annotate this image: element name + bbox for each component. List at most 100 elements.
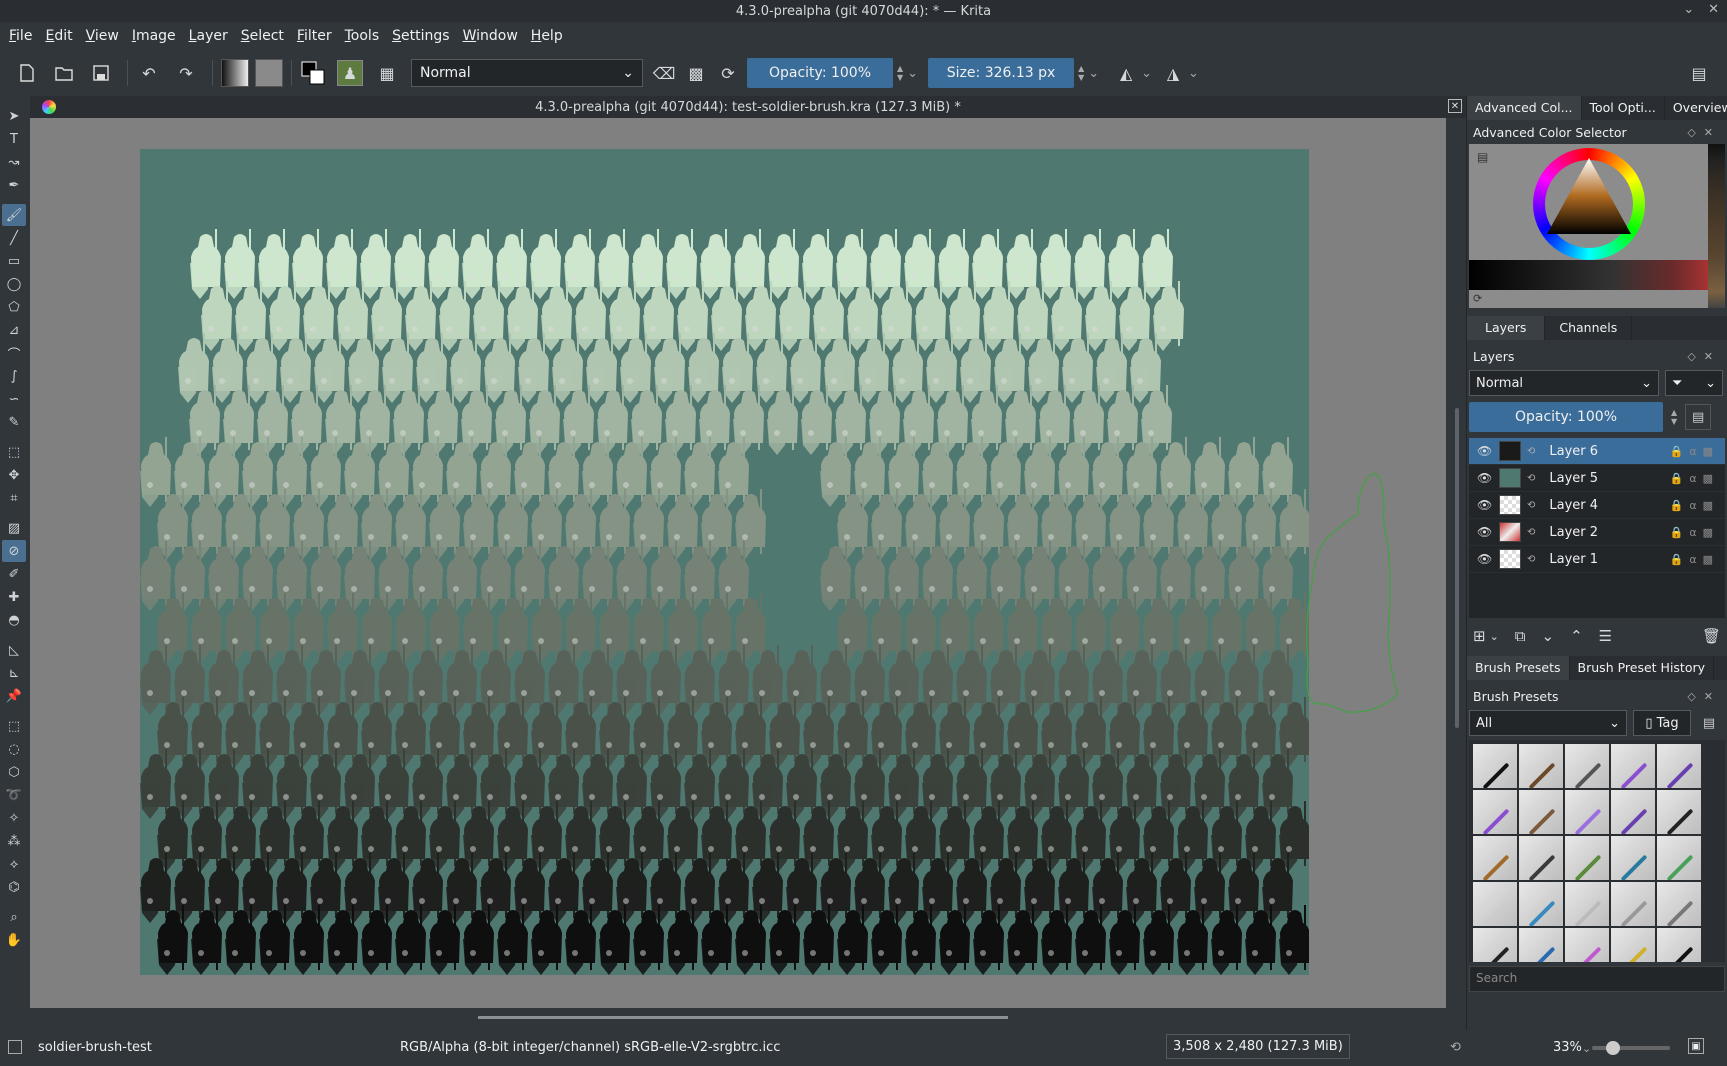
- blend-mode-select[interactable]: Normal ⌄: [411, 59, 643, 87]
- menu-settings[interactable]: Settings: [392, 28, 460, 44]
- brush-preset-tile[interactable]: [1565, 790, 1609, 834]
- menu-file[interactable]: File: [9, 28, 43, 44]
- brush-preset-tile[interactable]: [1565, 928, 1609, 962]
- layer-lock-icons[interactable]: 🔒α▩: [1670, 499, 1725, 512]
- layer-lock-icons[interactable]: 🔒α▩: [1670, 526, 1725, 539]
- bezier-tool-icon[interactable]: ⌒: [2, 342, 26, 364]
- menu-select[interactable]: Select: [241, 28, 295, 44]
- chevron-down-icon[interactable]: ⌄: [1188, 66, 1199, 81]
- menu-tools[interactable]: Tools: [345, 28, 391, 44]
- rectangle-tool-icon[interactable]: ▭: [2, 250, 26, 272]
- layer-lock-icons[interactable]: 🔒α▩: [1670, 472, 1725, 485]
- contiguous-select-tool-icon[interactable]: ✧: [2, 807, 26, 829]
- menu-help[interactable]: Help: [531, 28, 574, 44]
- freehand-select-tool-icon[interactable]: ➰: [2, 784, 26, 806]
- zoom-tool-icon[interactable]: ⌕: [2, 906, 26, 928]
- chevron-down-icon[interactable]: ⌄: [1088, 66, 1099, 81]
- layer-properties-icon[interactable]: ☰: [1599, 627, 1612, 645]
- multibrush-tool-icon[interactable]: ✎: [2, 411, 26, 433]
- minimize-icon[interactable]: ⌄: [1683, 2, 1694, 17]
- rotate-reset-icon[interactable]: ⟲: [1450, 1040, 1461, 1055]
- similar-select-tool-icon[interactable]: ⁂: [2, 830, 26, 852]
- brush-preset-tile[interactable]: [1519, 790, 1563, 834]
- redo-icon[interactable]: ↷: [173, 60, 199, 86]
- reload-icon[interactable]: ⟳: [715, 60, 741, 86]
- close-icon[interactable]: ✕: [1708, 2, 1719, 17]
- selection-icon[interactable]: [8, 1040, 22, 1054]
- layer-blend-select[interactable]: Normal ⌄: [1469, 370, 1659, 396]
- move-layer-up-icon[interactable]: ⌃: [1570, 627, 1583, 645]
- brush-view-options-icon[interactable]: ▤: [1697, 710, 1721, 736]
- inherit-alpha-icon[interactable]: ⟲: [1527, 527, 1535, 538]
- close-document-icon[interactable]: ✕: [1448, 99, 1462, 113]
- ellipse-select-tool-icon[interactable]: ◌: [2, 738, 26, 760]
- brush-preset-tile[interactable]: [1611, 744, 1655, 788]
- zoom-slider-knob[interactable]: [1606, 1041, 1620, 1055]
- tab-layers[interactable]: Layers: [1467, 316, 1546, 340]
- layer-name[interactable]: Layer 5: [1535, 471, 1669, 486]
- brush-preset-icon[interactable]: ♟: [337, 60, 363, 86]
- scrollbar-thumb[interactable]: [1455, 408, 1459, 728]
- open-icon[interactable]: [51, 60, 77, 86]
- delete-layer-icon[interactable]: 🗑: [1702, 627, 1721, 645]
- tab-tool-options[interactable]: Tool Opti...: [1582, 96, 1665, 120]
- brush-preset-tile[interactable]: [1611, 836, 1655, 880]
- size-slider[interactable]: Size: 326.13 px: [928, 58, 1075, 88]
- brush-preset-tile[interactable]: [1519, 836, 1563, 880]
- brush-preset-tile[interactable]: [1565, 836, 1609, 880]
- tab-channels[interactable]: Channels: [1545, 316, 1633, 340]
- pattern-icon[interactable]: [255, 59, 283, 87]
- layer-row[interactable]: 👁 ⟲ Layer 2 🔒α▩: [1469, 519, 1725, 546]
- select-shapes-tool-icon[interactable]: ➤: [2, 105, 26, 127]
- calligraphy-tool-icon[interactable]: ✒: [2, 174, 26, 196]
- tab-brush-preset-history[interactable]: Brush Preset History: [1570, 656, 1715, 680]
- brush-preset-tile[interactable]: [1519, 928, 1563, 962]
- refresh-icon[interactable]: ⟳: [1473, 292, 1482, 305]
- layer-opacity-spin[interactable]: ▲ ▼: [1671, 408, 1677, 426]
- brush-preset-tile[interactable]: [1611, 928, 1655, 962]
- brush-preset-tile[interactable]: [1611, 882, 1655, 926]
- tab-overview[interactable]: Overview: [1665, 96, 1727, 120]
- horizontal-scrollbar[interactable]: [30, 1008, 1466, 1026]
- layer-properties-icon[interactable]: ▤: [1685, 404, 1712, 430]
- eye-icon[interactable]: 👁: [1477, 525, 1495, 539]
- layer-row[interactable]: 👁 ⟲ Layer 6 🔒α▩: [1469, 438, 1725, 465]
- save-icon[interactable]: [88, 60, 114, 86]
- ellipse-tool-icon[interactable]: ◯: [2, 273, 26, 295]
- advanced-color-selector[interactable]: ▤ ⟳: [1469, 144, 1725, 308]
- inherit-alpha-icon[interactable]: ⟲: [1527, 473, 1535, 484]
- add-layer-icon[interactable]: ⊞: [1473, 627, 1486, 645]
- dynamic-brush-tool-icon[interactable]: ∽: [2, 388, 26, 410]
- polyline-tool-icon[interactable]: ⊿: [2, 319, 26, 341]
- brush-preset-tile[interactable]: [1473, 882, 1517, 926]
- eye-icon[interactable]: 👁: [1477, 498, 1495, 512]
- brush-preset-tile[interactable]: [1473, 928, 1517, 962]
- brush-preset-tile[interactable]: [1657, 790, 1701, 834]
- alpha-lock-icon[interactable]: ▩: [683, 60, 709, 86]
- docker-controls[interactable]: ◇✕: [1687, 350, 1721, 363]
- measure-tool-icon[interactable]: ⊾: [2, 662, 26, 684]
- rect-select-tool-icon[interactable]: ⬚: [2, 715, 26, 737]
- gradient-icon[interactable]: [221, 59, 249, 87]
- chevron-down-icon[interactable]: ⌄: [907, 66, 918, 81]
- inherit-alpha-icon[interactable]: ⟲: [1527, 500, 1535, 511]
- freehand-brush-tool-icon[interactable]: 🖌: [2, 204, 26, 226]
- layer-name[interactable]: Layer 2: [1535, 525, 1669, 540]
- canvas-only-icon[interactable]: ▣: [1688, 1038, 1704, 1054]
- mirror-vertical-icon[interactable]: ◮: [1160, 60, 1186, 86]
- eye-icon[interactable]: 👁: [1477, 552, 1495, 566]
- text-tool-icon[interactable]: T: [2, 128, 26, 150]
- vertical-scrollbar[interactable]: [1449, 118, 1466, 1008]
- brush-preset-tile[interactable]: [1519, 882, 1563, 926]
- chevron-down-icon[interactable]: ⌄: [1490, 630, 1499, 643]
- menu-window[interactable]: Window: [463, 28, 529, 44]
- layer-name[interactable]: Layer 1: [1535, 552, 1669, 567]
- tag-button[interactable]: ▯ Tag: [1633, 710, 1691, 736]
- eye-icon[interactable]: 👁: [1477, 444, 1495, 458]
- brush-preset-tile[interactable]: [1657, 836, 1701, 880]
- workspace-icon[interactable]: ▤: [1686, 60, 1712, 86]
- smart-patch-tool-icon[interactable]: ✚: [2, 586, 26, 608]
- bezier-select-tool-icon[interactable]: ⟡: [2, 853, 26, 875]
- document-tab[interactable]: 4.3.0-prealpha (git 4070d44): test-soldi…: [30, 96, 1466, 118]
- menu-image[interactable]: Image: [132, 28, 187, 44]
